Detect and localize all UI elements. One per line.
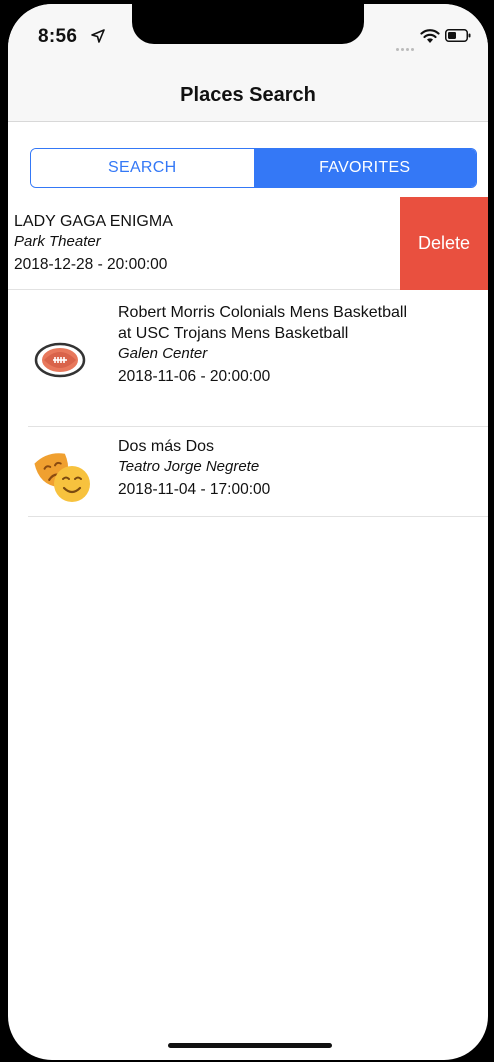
row-divider [28, 426, 488, 427]
location-arrow-icon [91, 29, 105, 43]
event-datetime: 2018-11-04 - 17:00:00 [118, 481, 271, 498]
theater-masks-icon [34, 453, 90, 502]
wifi-icon [420, 29, 440, 43]
favorite-row[interactable]: Dos más Dos Teatro Jorge Negrete 2018-11… [8, 436, 488, 520]
favorites-segment[interactable]: FAVORITES [253, 149, 476, 187]
favorite-row-content: Robert Morris Colonials Mens Basketball … [118, 302, 408, 387]
row-divider [28, 516, 488, 517]
favorite-row[interactable]: Robert Morris Colonials Mens Basketball … [8, 302, 488, 425]
event-title: Dos más Dos [118, 438, 215, 455]
page-title: Places Search [180, 84, 316, 106]
battery-icon [445, 29, 471, 42]
event-title: LADY GAGA ENIGMA [14, 213, 173, 230]
navigation-bar: Places Search [8, 64, 488, 122]
device-notch [132, 4, 364, 44]
event-title: Robert Morris Colonials Mens Basketball … [118, 304, 407, 342]
football-icon [34, 342, 86, 378]
home-indicator[interactable] [168, 1043, 332, 1048]
event-venue: Park Theater [14, 233, 101, 250]
favorite-row-content: Dos más Dos Teatro Jorge Negrete 2018-11… [118, 436, 418, 500]
favorite-row-content: LADY GAGA ENIGMA Park Theater 2018-12-28… [14, 211, 173, 275]
segmented-control: SEARCH FAVORITES [30, 148, 477, 188]
event-venue: Galen Center [118, 345, 208, 362]
event-datetime: 2018-11-06 - 20:00:00 [118, 368, 271, 385]
status-time: 8:56 [38, 26, 78, 47]
delete-button[interactable]: Delete [400, 197, 488, 290]
event-datetime: 2018-12-28 - 20:00:00 [14, 256, 168, 273]
cellular-signal-icon [396, 38, 416, 56]
search-segment[interactable]: SEARCH [31, 149, 254, 187]
event-venue: Teatro Jorge Negrete [118, 458, 260, 475]
phone-screen: 8:56 Places Search SEARCH FAVORITES LADY… [8, 4, 488, 1060]
favorite-row[interactable]: LADY GAGA ENIGMA Park Theater 2018-12-28… [8, 197, 488, 290]
